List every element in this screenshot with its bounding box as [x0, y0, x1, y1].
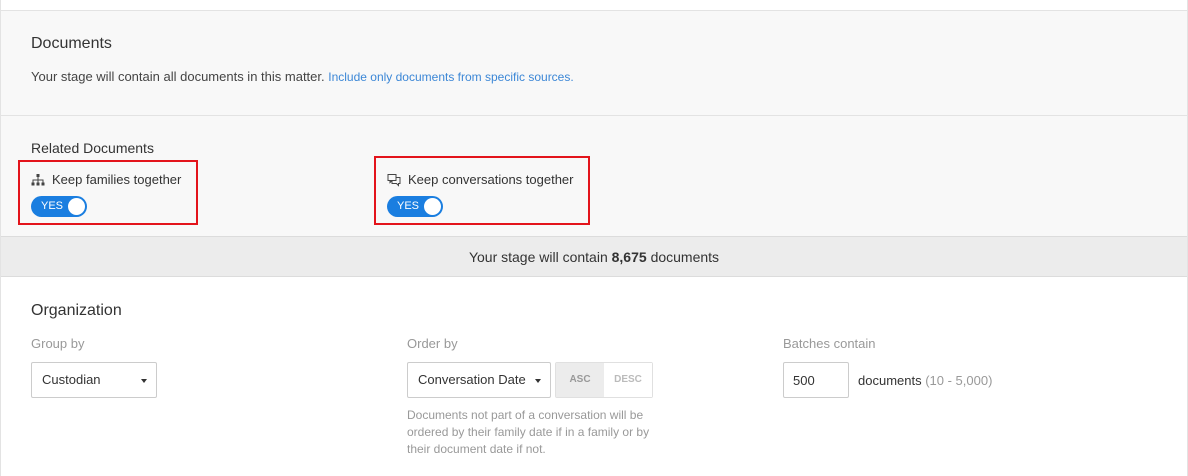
- order-by-label: Order by: [407, 336, 458, 351]
- document-count-summary: Your stage will contain 8,675 documents: [1, 237, 1187, 277]
- stage-settings-page: Documents Your stage will contain all do…: [0, 0, 1188, 476]
- sort-asc-button[interactable]: ASC: [556, 363, 604, 397]
- batch-range: (10 - 5,000): [925, 373, 993, 388]
- sort-direction-group: ASC DESC: [555, 362, 653, 398]
- batch-size-input[interactable]: [783, 362, 849, 398]
- toggle-knob: [68, 198, 85, 215]
- summary-prefix: Your stage will contain: [468, 249, 608, 265]
- batch-unit: documents: [858, 373, 922, 388]
- documents-description: Your stage will contain all documents in…: [31, 69, 574, 84]
- toggle-knob: [424, 198, 441, 215]
- summary-suffix: documents: [650, 249, 720, 265]
- order-by-select[interactable]: Conversation Date: [407, 362, 551, 398]
- batches-contain-label: Batches contain: [783, 336, 876, 351]
- conversation-icon: [387, 173, 401, 187]
- keep-families-toggle-text: YES: [41, 200, 64, 212]
- documents-title: Documents: [31, 35, 112, 52]
- sort-desc-button[interactable]: DESC: [604, 363, 652, 397]
- order-by-value: Conversation Date: [418, 372, 526, 387]
- related-documents-title: Related Documents: [31, 140, 154, 156]
- keep-conversations-text: Keep conversations together: [408, 172, 574, 187]
- group-by-select[interactable]: Custodian: [31, 362, 157, 398]
- organization-section: Organization Group by Order by Batches c…: [1, 277, 1187, 476]
- group-by-value: Custodian: [42, 372, 101, 387]
- keep-conversations-label: Keep conversations together: [387, 172, 574, 187]
- documents-section: Documents Your stage will contain all do…: [1, 11, 1187, 116]
- hierarchy-icon: [31, 173, 45, 185]
- batch-size-suffix: documents (10 - 5,000): [858, 373, 992, 388]
- keep-families-text: Keep families together: [52, 172, 182, 187]
- keep-families-label: Keep families together: [31, 172, 181, 187]
- documents-description-text: Your stage will contain all documents in…: [31, 69, 325, 84]
- top-strip: [1, 0, 1187, 11]
- caret-down-icon: [141, 379, 147, 383]
- include-sources-link[interactable]: Include only documents from specific sou…: [328, 70, 573, 84]
- order-by-help-text: Documents not part of a conversation wil…: [407, 408, 650, 456]
- keep-families-toggle[interactable]: YES: [31, 196, 87, 217]
- keep-conversations-toggle[interactable]: YES: [387, 196, 443, 217]
- document-count: 8,675: [611, 249, 647, 265]
- organization-title: Organization: [31, 302, 122, 319]
- caret-down-icon: [535, 379, 541, 383]
- keep-conversations-toggle-text: YES: [397, 200, 420, 212]
- group-by-label: Group by: [31, 336, 85, 351]
